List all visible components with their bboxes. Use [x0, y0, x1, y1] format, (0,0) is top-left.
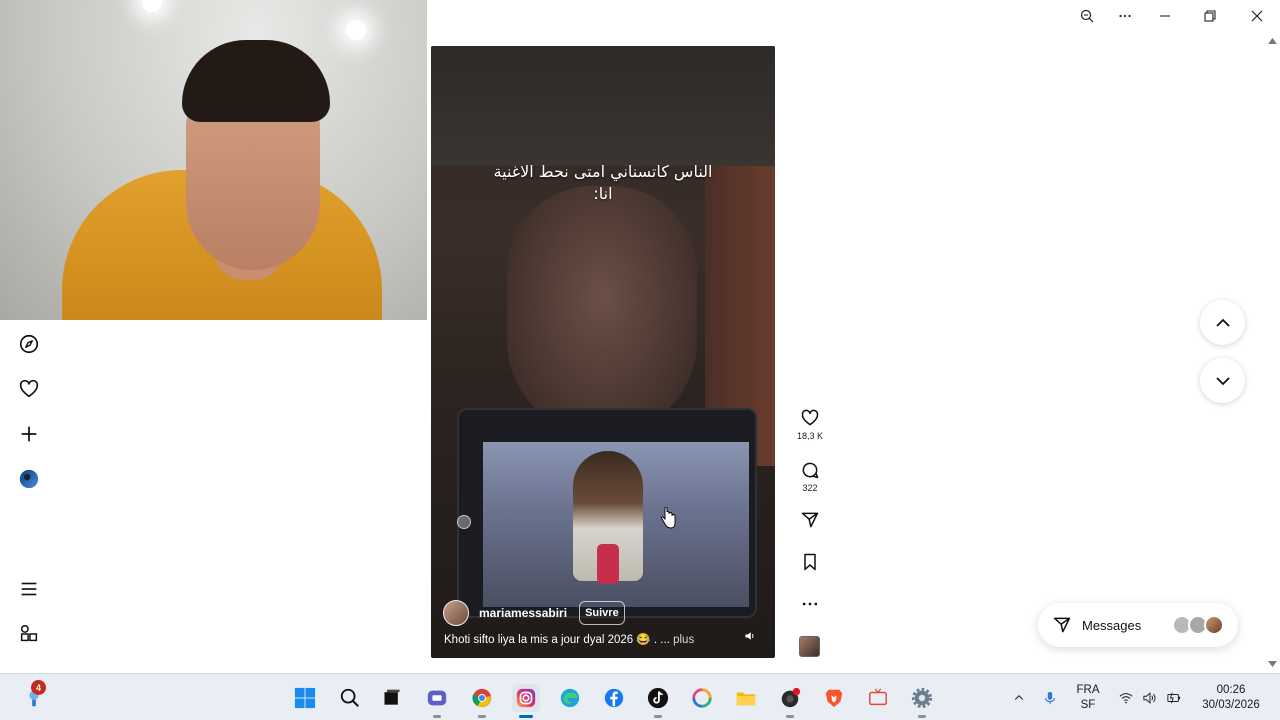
- language-line2: SF: [1080, 699, 1096, 711]
- reel-overlay-line1: الناس كاتسناني امتى نحط الاغنية: [493, 162, 713, 181]
- plus-icon[interactable]: [17, 422, 41, 446]
- more-options[interactable]: [796, 594, 824, 614]
- message-avatars: [1172, 615, 1224, 635]
- battery-icon[interactable]: [1160, 684, 1188, 712]
- avatar[interactable]: [17, 467, 41, 491]
- settings-icon[interactable]: [908, 684, 936, 718]
- send-icon[interactable]: [800, 510, 820, 530]
- webcam-overlay: [0, 0, 427, 320]
- audio-thumbnail[interactable]: [799, 636, 820, 657]
- language-line1: FRA: [1076, 684, 1100, 696]
- search-icon[interactable]: [336, 684, 364, 712]
- mouse-cursor-icon: [661, 507, 676, 529]
- scroll-up-arrow[interactable]: [1266, 35, 1278, 45]
- reel-video-subject: [507, 186, 697, 436]
- chevron-down-icon: [1215, 376, 1230, 385]
- chevron-up-icon: [1215, 318, 1230, 327]
- author-username[interactable]: mariamessabiri: [479, 606, 567, 620]
- messages-label: Messages: [1082, 617, 1142, 633]
- photos-icon[interactable]: [688, 684, 716, 712]
- clock-time: 00:26: [1216, 684, 1246, 696]
- tiktok-icon[interactable]: [644, 684, 672, 718]
- send-icon: [1053, 617, 1071, 633]
- follow-button[interactable]: Suivre: [579, 601, 625, 625]
- caption-more-link[interactable]: plus: [673, 634, 694, 646]
- caption-text: Khoti sifto liya la mis a jour dyal 2026…: [444, 634, 670, 646]
- input-language[interactable]: FRA SF: [1074, 683, 1102, 713]
- instagram-icon[interactable]: [512, 684, 540, 718]
- reel-overlay-line2: انا:: [593, 184, 613, 203]
- author-avatar[interactable]: [443, 600, 469, 626]
- previous-reel-button[interactable]: [1200, 300, 1245, 345]
- start-icon[interactable]: [291, 684, 319, 712]
- bookmark-icon[interactable]: [800, 552, 820, 572]
- clock-date: 30/03/2026: [1202, 699, 1260, 711]
- close-icon[interactable]: [1237, 4, 1277, 28]
- facebook-icon[interactable]: [600, 684, 628, 712]
- reel-caption: Khoti sifto liya la mis a jour dyal 2026…: [444, 632, 694, 646]
- minimize-icon[interactable]: [1145, 4, 1185, 28]
- next-reel-button[interactable]: [1200, 358, 1245, 403]
- taskbar: FRA SF 00:26 30/03/2026: [0, 673, 1280, 720]
- menu-icon[interactable]: [17, 577, 41, 601]
- folder-icon[interactable]: [732, 684, 760, 712]
- save-action[interactable]: [796, 552, 824, 572]
- chrome-icon[interactable]: [468, 684, 496, 718]
- media-player-icon[interactable]: [864, 684, 892, 712]
- microphone-icon[interactable]: [1036, 684, 1064, 712]
- more-horizontal-icon[interactable]: [800, 594, 820, 614]
- comment-action[interactable]: 322: [796, 460, 824, 493]
- restore-icon[interactable]: [1190, 4, 1230, 28]
- task-view-icon[interactable]: [378, 684, 406, 712]
- heart-icon[interactable]: [17, 377, 41, 401]
- more-icon[interactable]: [1105, 4, 1145, 28]
- share-action[interactable]: [796, 510, 824, 530]
- volume-icon[interactable]: [741, 627, 759, 645]
- edge-icon[interactable]: [556, 684, 584, 712]
- scroll-down-arrow[interactable]: [1266, 659, 1278, 669]
- zoom-icon[interactable]: [1067, 4, 1107, 28]
- teams-icon[interactable]: [423, 684, 451, 718]
- like-count: 18,3 K: [796, 431, 824, 441]
- compass-icon[interactable]: [17, 332, 41, 356]
- messages-button[interactable]: Messages: [1038, 603, 1238, 647]
- like-action[interactable]: 18,3 K: [796, 408, 824, 441]
- comment-count: 322: [802, 483, 818, 493]
- notification-badge: 4: [31, 680, 46, 695]
- brave-icon[interactable]: [820, 684, 848, 712]
- chevron-up-icon[interactable]: [1005, 684, 1033, 712]
- clock[interactable]: 00:26 30/03/2026: [1196, 683, 1266, 713]
- recorder-icon[interactable]: [776, 684, 804, 718]
- comment-icon[interactable]: [800, 460, 820, 480]
- progress-dot[interactable]: [457, 515, 471, 529]
- apps-icon[interactable]: [17, 622, 41, 646]
- reel-video[interactable]: الناس كاتسناني امتى نحط الاغنية انا: mar…: [431, 46, 775, 658]
- heart-icon[interactable]: [800, 408, 820, 428]
